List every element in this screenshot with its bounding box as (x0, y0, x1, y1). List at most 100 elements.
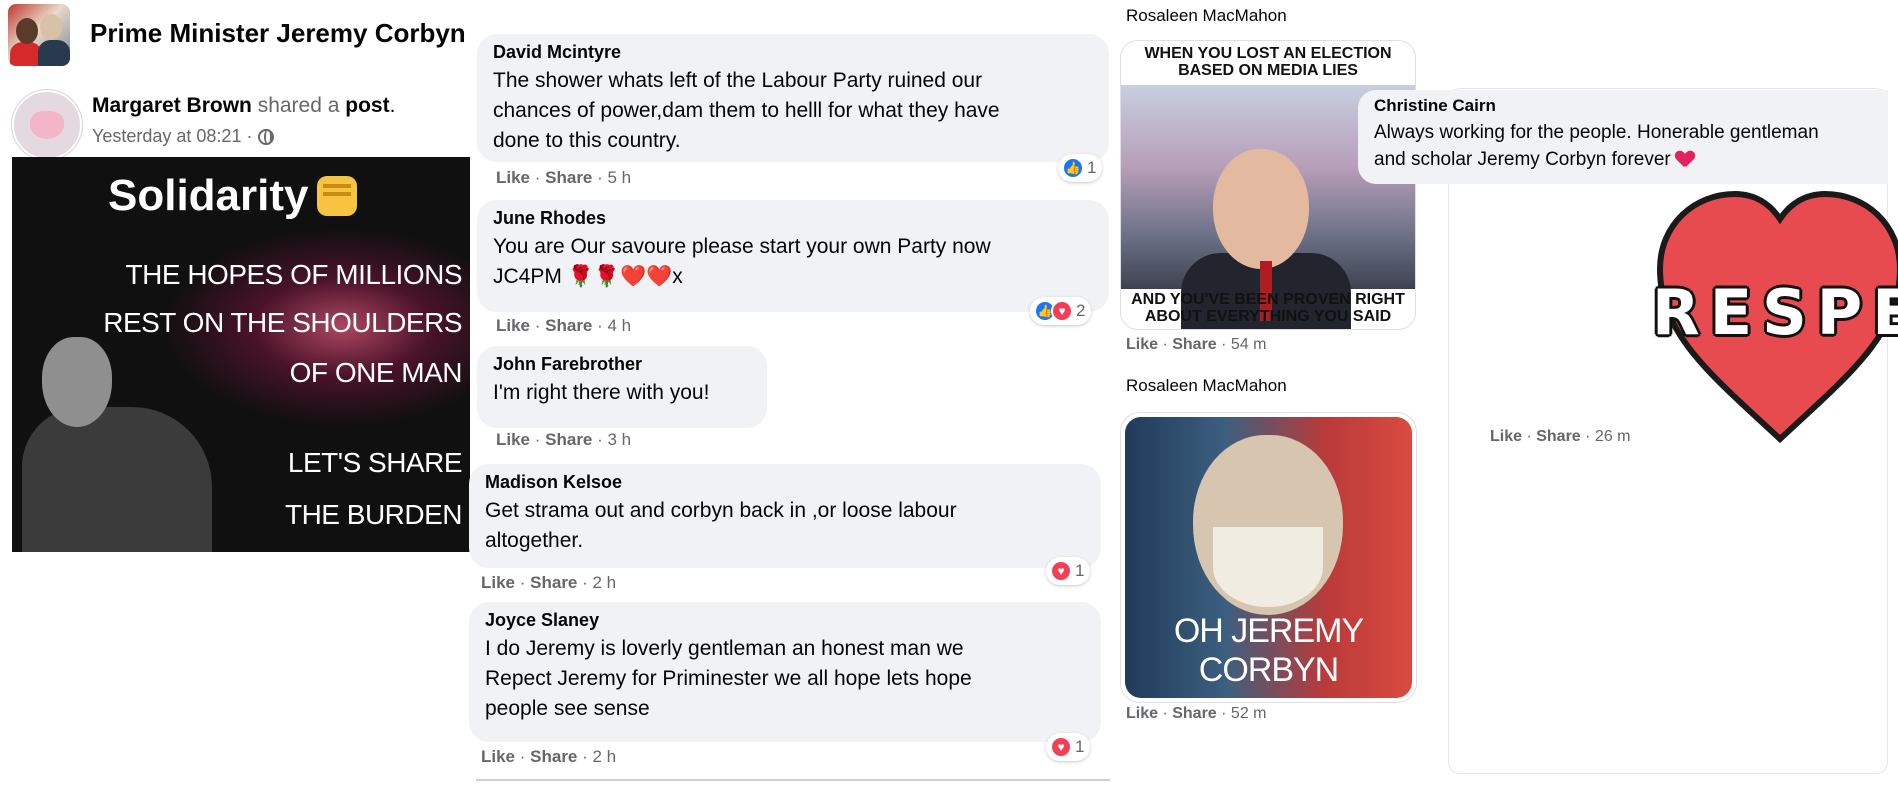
meme-line: ABOUT EVERYTHING YOU SAID (1144, 308, 1392, 325)
share-button[interactable]: Share (545, 168, 592, 187)
comment-text-line: The shower whats left of the Labour Part… (493, 69, 983, 92)
image-line: LET'S SHARE (287, 447, 463, 478)
reply-time[interactable]: 52 m (1231, 705, 1267, 722)
reply-time[interactable]: 54 m (1231, 336, 1267, 353)
comment-bubble: David Mcintyre The shower whats left of … (477, 34, 1109, 162)
comment-bubble: Christine Cairn Always working for the p… (1358, 90, 1888, 184)
comment-actions: Like · Share · 5 h (496, 168, 632, 187)
reaction-count[interactable]: ♥ 1 (1046, 557, 1091, 585)
meme-bottom-text: AND YOU'VE BEEN PROVEN RIGHT ABOUT EVERY… (1121, 291, 1415, 325)
reaction-number: 2 (1076, 301, 1086, 320)
comment-time[interactable]: 5 h (608, 168, 632, 187)
author-name[interactable]: Margaret Brown (92, 94, 252, 117)
comment-text-line: JC4PM 🌹🌹❤️❤️x (493, 265, 683, 288)
meme-line: WHEN YOU LOST AN ELECTION (1144, 45, 1392, 62)
commenter-name[interactable]: June Rhodes (493, 208, 1095, 229)
love-icon: ♥ (1050, 560, 1072, 582)
image-line: REST ON THE SHOULDERS (103, 307, 462, 338)
comment-text: and scholar Jeremy Corbyn forever (1374, 149, 1671, 170)
comment-actions: Like · Share · 2 h (481, 747, 617, 766)
share-button[interactable]: Share (1536, 428, 1580, 445)
poster-image[interactable]: OH JEREMY CORBYN (1120, 412, 1417, 703)
post-author-line: Margaret Brown shared a post. (92, 94, 395, 118)
comment-actions: Like · Share · 4 h (496, 316, 632, 335)
meme-top-text: WHEN YOU LOST AN ELECTION BASED ON MEDIA… (1121, 45, 1415, 79)
reply-actions: Like · Share · 26 m (1490, 428, 1631, 445)
reply-time[interactable]: 26 m (1595, 428, 1631, 445)
comment-time[interactable]: 2 h (593, 573, 617, 592)
love-icon: ♥ (1051, 300, 1073, 322)
meme-line: AND YOU'VE BEEN PROVEN RIGHT (1131, 291, 1405, 308)
image-title: Solidarity (108, 171, 357, 221)
image-title-text: Solidarity (108, 171, 309, 220)
comment-text-line: and scholar Jeremy Corbyn forever (1374, 146, 1874, 173)
like-button[interactable]: Like (1126, 705, 1158, 722)
replier-name[interactable]: Rosaleen MacMahon (1126, 376, 1287, 396)
comment-text-line: Get strama out and corbyn back in ,or lo… (485, 499, 957, 522)
like-button[interactable]: Like (1490, 428, 1522, 445)
reaction-count[interactable]: 👍 ♥ 2 (1030, 297, 1092, 325)
comment-time[interactable]: 4 h (608, 316, 632, 335)
comment-time[interactable]: 2 h (593, 747, 617, 766)
sticker-text: RESPEC (1652, 276, 1898, 349)
comment-text-line: You are Our savoure please start your ow… (493, 235, 991, 258)
man-figure (22, 407, 212, 552)
post-time-text[interactable]: Yesterday at 08:21 · (92, 126, 252, 147)
love-icon: ♥ (1050, 736, 1072, 758)
comment-bubble: Madison Kelsoe Get strama out and corbyn… (469, 464, 1101, 568)
post-timestamp: Yesterday at 08:21 · (92, 126, 275, 147)
like-button[interactable]: Like (481, 573, 515, 592)
reaction-count[interactable]: ♥ 1 (1046, 733, 1091, 761)
author-avatar[interactable] (12, 90, 82, 160)
commenter-name[interactable]: Joyce Slaney (485, 610, 1087, 631)
post-link[interactable]: post (345, 94, 389, 117)
reaction-number: 1 (1075, 561, 1085, 580)
like-icon: 👍 (1062, 157, 1084, 179)
reaction-number: 1 (1087, 158, 1097, 177)
period: . (389, 94, 396, 117)
share-button[interactable]: Share (545, 430, 592, 449)
image-line: OF ONE MAN (289, 357, 463, 388)
red-heart-icon (1676, 151, 1694, 167)
globe-icon (258, 128, 275, 145)
meme-line: BASED ON MEDIA LIES (1178, 62, 1358, 79)
comment-actions: Like · Share · 3 h (496, 430, 632, 449)
meme-image[interactable]: WHEN YOU LOST AN ELECTION BASED ON MEDIA… (1120, 40, 1416, 330)
group-avatar[interactable] (8, 4, 70, 66)
share-button[interactable]: Share (1172, 705, 1216, 722)
post-image[interactable]: Solidarity THE HOPES OF MILLIONS REST ON… (12, 157, 470, 552)
commenter-name[interactable]: David Mcintyre (493, 42, 1095, 63)
reply-actions: Like · Share · 54 m (1126, 336, 1267, 353)
share-button[interactable]: Share (1172, 336, 1216, 353)
share-button[interactable]: Share (545, 316, 592, 335)
like-button[interactable]: Like (496, 316, 530, 335)
commenter-name[interactable]: Madison Kelsoe (485, 472, 1087, 493)
comment-text-line: chances of power,dam them to helll for w… (493, 99, 1000, 122)
shared-text: shared a (257, 94, 340, 117)
reaction-count[interactable]: 👍 1 (1058, 154, 1103, 182)
comment-text-line: Always working for the people. Honerable… (1374, 122, 1819, 143)
reply-actions: Like · Share · 52 m (1126, 705, 1267, 722)
share-button[interactable]: Share (530, 747, 577, 766)
comment-text-line: Repect Jeremy for Priminester we all hop… (485, 667, 972, 690)
commenter-name[interactable]: Christine Cairn (1374, 96, 1874, 116)
like-button[interactable]: Like (496, 168, 530, 187)
group-name[interactable]: Prime Minister Jeremy Corbyn (90, 18, 466, 49)
like-button[interactable]: Like (481, 747, 515, 766)
comment-bubble: John Farebrother I'm right there with yo… (477, 346, 767, 428)
comment-text-line: people see sense (485, 697, 650, 720)
comment-text-line: I do Jeremy is loverly gentleman an hone… (485, 637, 964, 660)
like-button[interactable]: Like (496, 430, 530, 449)
divider (476, 779, 1110, 781)
respect-sticker[interactable]: RESPEC (1650, 184, 1898, 444)
like-button[interactable]: Like (1126, 336, 1158, 353)
comment-text-line: I'm right there with you! (493, 381, 710, 404)
share-button[interactable]: Share (530, 573, 577, 592)
comment-text-line: done to this country. (493, 129, 681, 152)
image-line: THE BURDEN (284, 499, 463, 530)
comment-time[interactable]: 3 h (608, 430, 632, 449)
replier-name[interactable]: Rosaleen MacMahon (1126, 6, 1287, 26)
commenter-name[interactable]: John Farebrother (493, 354, 753, 375)
raised-fist-icon (316, 176, 357, 216)
comment-text-line: altogether. (485, 529, 584, 552)
